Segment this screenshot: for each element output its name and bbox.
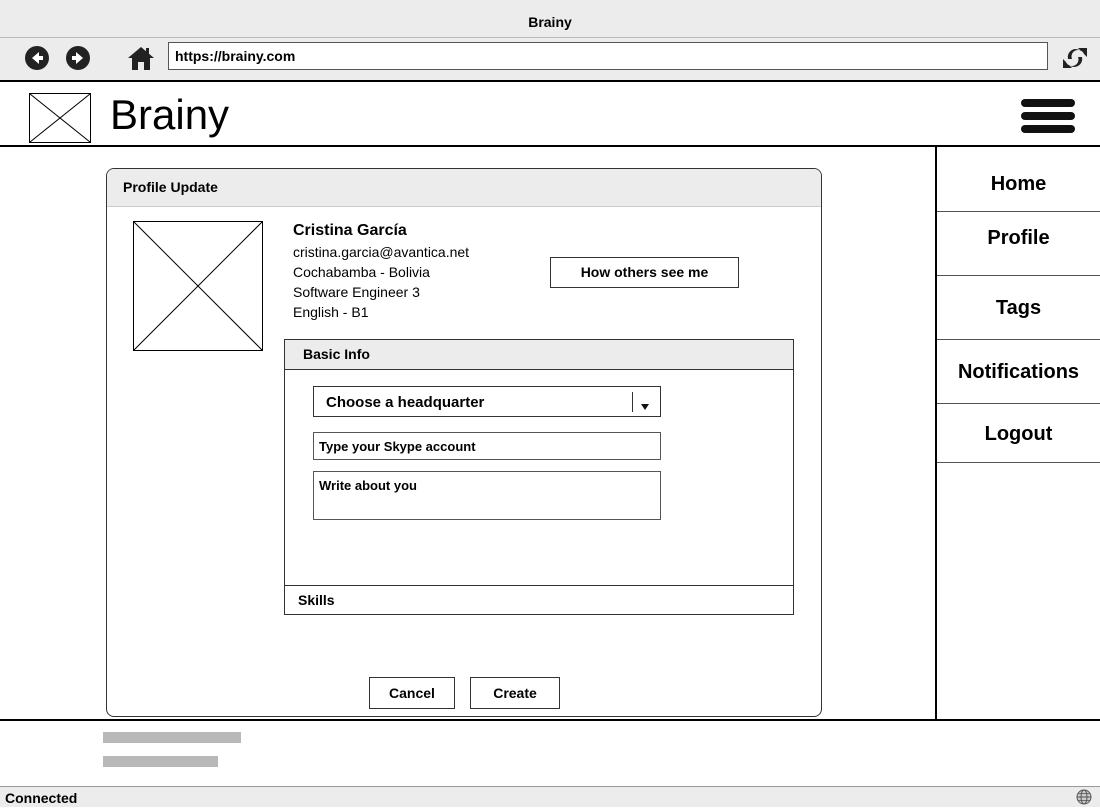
user-language: English - B1 xyxy=(293,304,369,320)
status-bar: Connected xyxy=(0,786,1100,807)
user-role: Software Engineer 3 xyxy=(293,284,420,300)
headquarter-select[interactable]: Choose a headquarter xyxy=(313,386,661,417)
panel-title: Profile Update xyxy=(123,179,218,195)
window-title: Brainy xyxy=(528,14,572,30)
how-others-see-me-button[interactable]: How others see me xyxy=(550,257,739,288)
chevron-down-icon xyxy=(640,398,650,410)
select-divider xyxy=(632,392,633,412)
skills-section-header[interactable]: Skills xyxy=(285,585,793,614)
profile-update-panel: Profile Update Cristina García cristina.… xyxy=(106,168,822,717)
footer-text-placeholder xyxy=(103,732,241,743)
cancel-button[interactable]: Cancel xyxy=(369,677,455,709)
globe-icon xyxy=(1076,789,1092,805)
home-icon[interactable] xyxy=(127,45,155,71)
about-you-textarea[interactable]: Write about you xyxy=(313,471,661,520)
hamburger-menu-icon[interactable] xyxy=(1021,99,1075,133)
user-location: Cochabamba - Bolivia xyxy=(293,264,430,280)
url-text: https://brainy.com xyxy=(175,48,296,64)
profile-photo-placeholder[interactable] xyxy=(133,221,263,351)
basic-info-section: Basic Info Choose a headquarter Type you… xyxy=(284,339,794,615)
user-email: cristina.garcia@avantica.net xyxy=(293,244,470,260)
headquarter-select-value: Choose a headquarter xyxy=(326,394,485,411)
footer-text-placeholder xyxy=(103,756,218,767)
skype-account-input[interactable]: Type your Skype account xyxy=(313,432,661,460)
skype-placeholder: Type your Skype account xyxy=(319,439,476,454)
logo-image-placeholder xyxy=(29,93,91,143)
status-text: Connected xyxy=(5,790,78,806)
side-navigation: Home Profile Tags Notifications Logout xyxy=(935,147,1100,719)
basic-info-title: Basic Info xyxy=(303,346,370,362)
forward-arrow-icon[interactable] xyxy=(66,46,90,70)
nav-item-logout[interactable]: Logout xyxy=(937,404,1100,463)
nav-item-notifications[interactable]: Notifications xyxy=(937,340,1100,404)
nav-item-home[interactable]: Home xyxy=(937,147,1100,212)
about-placeholder: Write about you xyxy=(319,478,417,493)
refresh-icon[interactable] xyxy=(1060,45,1090,71)
basic-info-header[interactable]: Basic Info xyxy=(285,340,793,370)
create-button[interactable]: Create xyxy=(470,677,560,709)
skills-label: Skills xyxy=(298,592,335,608)
back-arrow-icon[interactable] xyxy=(25,46,49,70)
brand-title: Brainy xyxy=(110,91,230,138)
panel-header: Profile Update xyxy=(107,169,821,207)
url-input[interactable]: https://brainy.com xyxy=(168,42,1048,70)
nav-item-tags[interactable]: Tags xyxy=(937,276,1100,340)
nav-item-profile[interactable]: Profile xyxy=(937,212,1100,276)
user-name: Cristina García xyxy=(293,222,407,239)
page-footer xyxy=(0,719,1100,786)
